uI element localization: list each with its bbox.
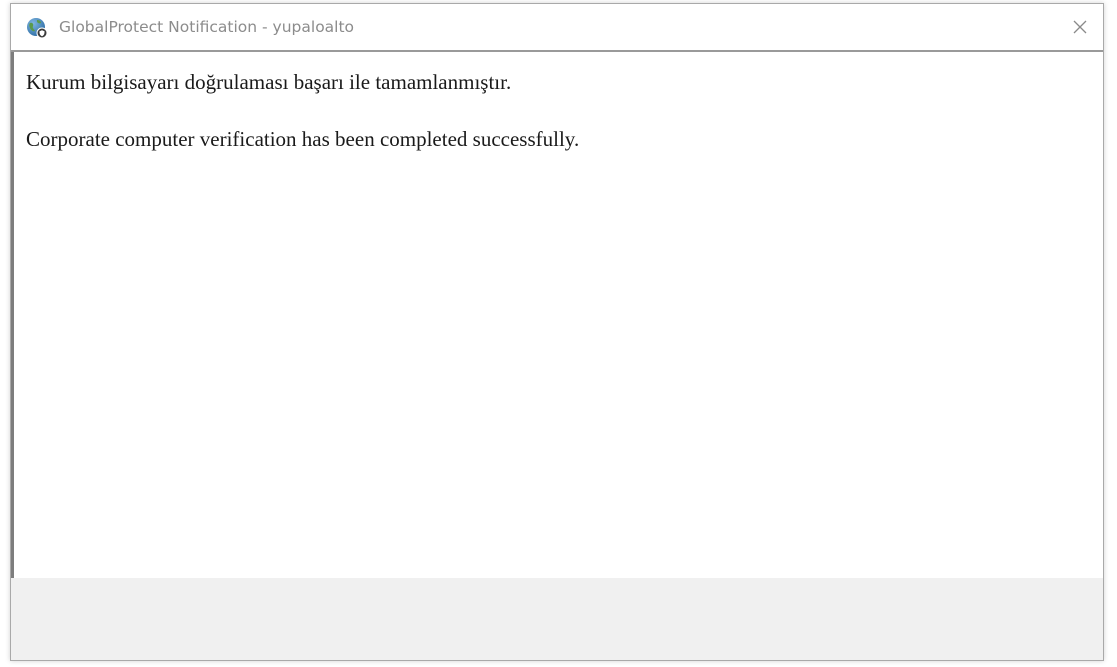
globalprotect-globe-icon	[26, 17, 48, 39]
message-turkish: Kurum bilgisayarı doğrulaması başarı ile…	[26, 70, 512, 94]
title-bar[interactable]: GlobalProtect Notification - yupaloalto	[11, 4, 1103, 52]
message-area: Kurum bilgisayarı doğrulaması başarı ile…	[11, 52, 1103, 578]
close-button[interactable]	[1057, 4, 1103, 50]
notification-window: GlobalProtect Notification - yupaloalto …	[10, 3, 1104, 661]
message-english: Corporate computer verification has been…	[26, 127, 580, 151]
close-icon	[1072, 19, 1088, 35]
window-title: GlobalProtect Notification - yupaloalto	[59, 18, 355, 36]
footer-panel	[11, 578, 1103, 660]
